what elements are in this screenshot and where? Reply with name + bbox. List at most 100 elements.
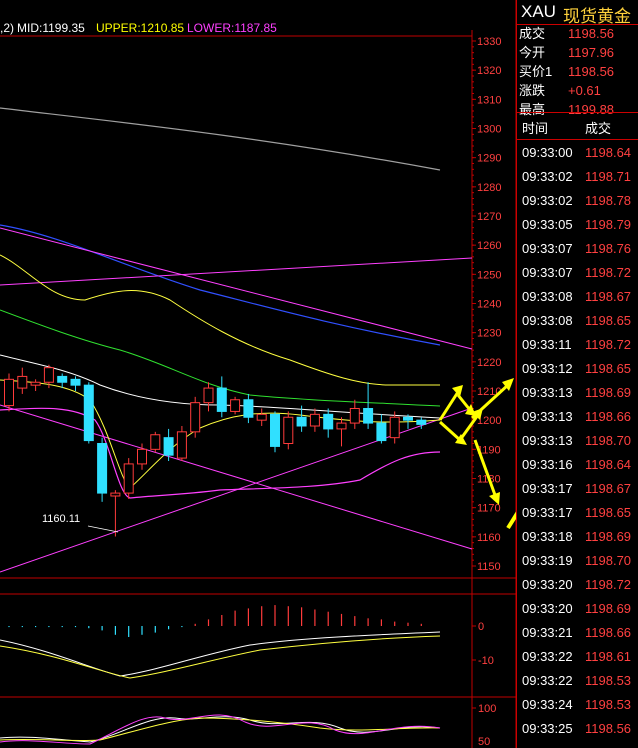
symbol-code: XAU: [521, 2, 556, 21]
candle-body: [137, 448, 147, 465]
tick-time: 09:33:12: [522, 361, 573, 376]
tick-price: 1198.64: [585, 145, 632, 160]
trend-line-upper: [0, 227, 473, 350]
tick-time: 09:33:13: [522, 385, 573, 400]
tick-row[interactable]: 09:33:13 1198.66: [517, 405, 638, 429]
tick-row[interactable]: 09:33:02 1198.71: [517, 165, 638, 189]
tick-time: 09:33:17: [522, 481, 573, 496]
tick-price: 1198.67: [585, 289, 632, 304]
low-value-label: 1160.11: [42, 513, 80, 525]
tick-price: 1198.66: [585, 625, 632, 640]
macd-axis: 0 -10: [472, 621, 494, 667]
price-axis-label: 1250: [477, 269, 501, 281]
tick-row[interactable]: 09:33:20 1198.69: [517, 597, 638, 621]
ticks-header: 时间 成交: [517, 112, 638, 140]
tick-time: 09:33:22: [522, 649, 573, 664]
tick-row[interactable]: 09:33:02 1198.78: [517, 189, 638, 213]
tick-price: 1198.79: [585, 217, 632, 232]
tick-row[interactable]: 09:33:17 1198.67: [517, 477, 638, 501]
tick-price: 1198.70: [585, 553, 632, 568]
candle-body: [296, 416, 307, 427]
candle-body: [243, 399, 254, 418]
tick-price: 1198.69: [585, 385, 632, 400]
quote-row: 今开 1197.96: [519, 43, 637, 62]
tick-row[interactable]: 09:33:19 1198.70: [517, 549, 638, 573]
tick-row[interactable]: 09:33:24 1198.53: [517, 693, 638, 717]
candle-body: [416, 419, 427, 425]
price-axis-label: 1270: [477, 211, 501, 223]
candle-body: [17, 375, 28, 389]
quote-row: 涨跌 +0.61: [519, 81, 637, 100]
price-axis-label: 1320: [477, 65, 501, 77]
tick-time: 09:33:24: [522, 697, 573, 712]
quote-value: 1198.56: [568, 64, 615, 79]
kdj-pane: [0, 714, 441, 745]
quote-row: 买价1 1198.56: [519, 62, 637, 81]
price-axis: 1330 1320 1310 1300 1290 1280 1270 1260 1250 1240…: [472, 36, 501, 573]
candle-body: [389, 416, 400, 439]
low-annotation: 1160.11: [42, 513, 119, 533]
tick-row[interactable]: 09:33:20 1198.72: [517, 573, 638, 597]
price-axis-label: 1290: [477, 153, 501, 165]
quote-value: +0.61: [568, 83, 601, 98]
tick-time: 09:33:07: [522, 265, 573, 280]
candle-body: [163, 437, 174, 456]
quote-label: 今开: [519, 45, 546, 60]
tick-row[interactable]: 09:33:11 1198.72: [517, 333, 638, 357]
tick-row[interactable]: 09:33:16 1198.64: [517, 453, 638, 477]
header-period: ,2): [0, 21, 15, 35]
tick-time: 09:33:13: [522, 433, 573, 448]
candle-body: [123, 463, 134, 494]
price-axis-label: 1260: [477, 240, 501, 252]
kdj-d-line: [0, 717, 441, 742]
tick-time: 09:33:19: [522, 553, 573, 568]
candle-body: [43, 367, 54, 383]
tick-price: 1198.69: [585, 529, 632, 544]
tick-time: 09:33:20: [522, 601, 573, 616]
tick-row[interactable]: 09:33:22 1198.61: [517, 645, 638, 669]
tick-time: 09:33:13: [522, 409, 573, 424]
tick-time: 09:33:00: [522, 145, 573, 160]
tick-row[interactable]: 09:33:17 1198.65: [517, 501, 638, 525]
quote-label: 买价1: [519, 64, 553, 79]
tick-row[interactable]: 09:33:08 1198.67: [517, 285, 638, 309]
tick-row[interactable]: 09:33:07 1198.72: [517, 261, 638, 285]
macd-pane: [0, 605, 441, 679]
tick-row[interactable]: 09:33:18 1198.69: [517, 525, 638, 549]
tick-row[interactable]: 09:33:25 1198.56: [517, 717, 638, 741]
candlestick-chart[interactable]: 1330 1320 1310 1300 1290 1280 1270 1260 1250 1240…: [0, 0, 516, 748]
tick-row[interactable]: 09:33:08 1198.65: [517, 309, 638, 333]
price-axis-label: 1280: [477, 182, 501, 194]
candle-body: [176, 431, 187, 459]
tick-price: 1198.64: [585, 457, 632, 472]
tick-time: 09:33:16: [522, 457, 573, 472]
tick-row[interactable]: 09:33:00 1198.64: [517, 141, 638, 165]
tick-row[interactable]: 09:33:12 1198.65: [517, 357, 638, 381]
price-axis-label: 1230: [477, 328, 501, 340]
tick-price: 1198.65: [585, 361, 632, 376]
candle-body: [4, 378, 14, 407]
tick-row[interactable]: 09:33:21 1198.66: [517, 621, 638, 645]
tick-price: 1198.69: [585, 601, 632, 616]
ma-grey-line: [0, 107, 441, 171]
price-axis-label: 1330: [477, 36, 501, 48]
indicator-lines: [0, 107, 473, 573]
quote-label: 成交: [519, 26, 546, 41]
tick-row[interactable]: 09:33:22 1198.53: [517, 669, 638, 693]
tick-row[interactable]: 09:33:13 1198.69: [517, 381, 638, 405]
macd-dea-line: [0, 635, 441, 679]
tick-price: 1198.72: [585, 265, 632, 280]
header-upper: UPPER:1210.85: [96, 21, 185, 35]
tick-time: 09:33:20: [522, 577, 573, 592]
header-mid: MID:1199.35: [17, 21, 85, 35]
tick-row[interactable]: 09:33:07 1198.76: [517, 237, 638, 261]
candle-body: [230, 399, 241, 412]
quote-row: 成交 1198.56: [519, 24, 637, 43]
tick-time: 09:33:02: [522, 193, 573, 208]
candle-body: [83, 384, 94, 442]
candle-body: [336, 422, 347, 430]
arrow-down-2: [438, 420, 462, 442]
tick-row[interactable]: 09:33:13 1198.70: [517, 429, 638, 453]
tick-price: 1198.76: [585, 241, 632, 256]
tick-row[interactable]: 09:33:05 1198.79: [517, 213, 638, 237]
